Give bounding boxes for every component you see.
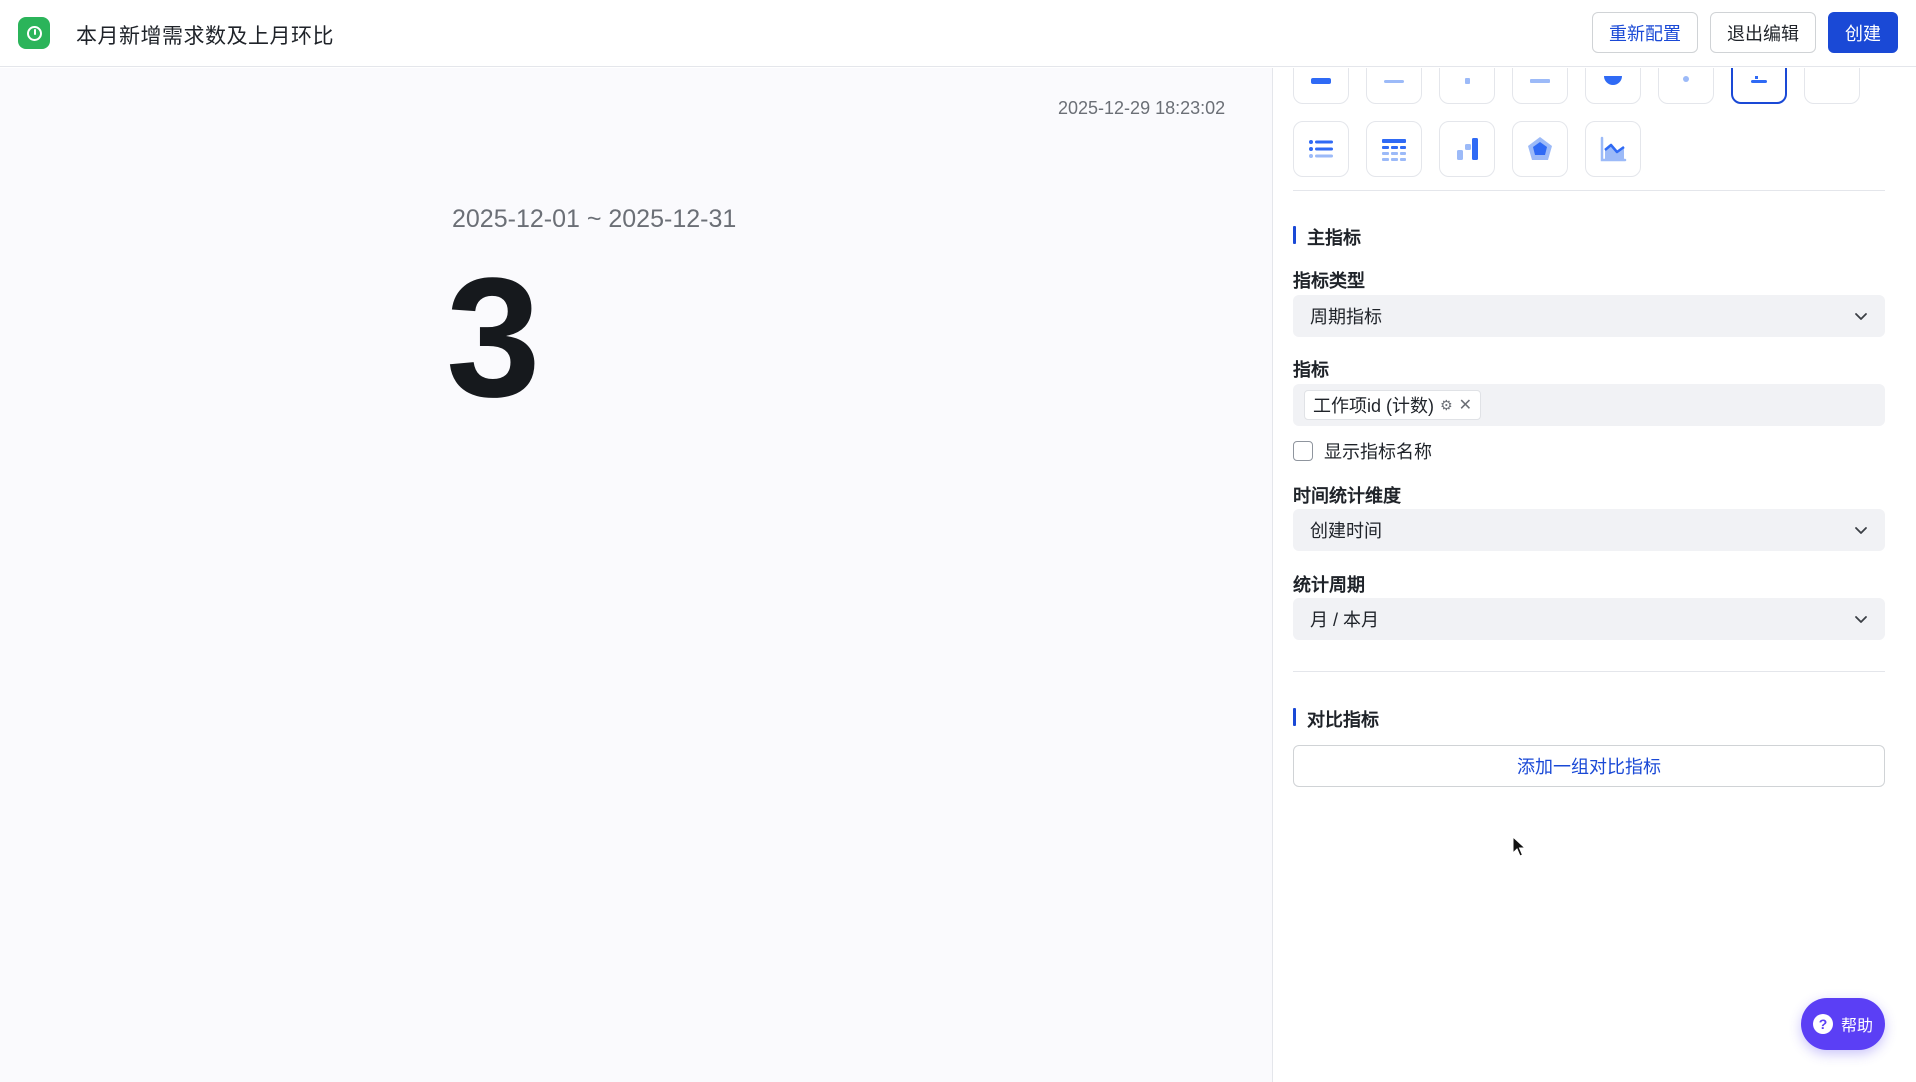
preview-area: 2025-12-29 18:23:02 2025-12-01 ~ 2025-12… [0, 68, 1272, 1082]
metric-card-icon[interactable] [1731, 68, 1787, 104]
add-compare-metric-button[interactable]: 添加一组对比指标 [1293, 745, 1885, 787]
reconfigure-button[interactable]: 重新配置 [1592, 12, 1698, 53]
help-label: 帮助 [1840, 1018, 1873, 1035]
area-chart-icon[interactable] [1585, 121, 1641, 177]
chart-type-icon[interactable] [1804, 68, 1860, 104]
time-dimension-select[interactable]: 创建时间 [1293, 509, 1885, 551]
metric-tag[interactable]: 工作项id (计数) ⚙ ✕ [1304, 390, 1481, 420]
mouse-cursor-icon [1512, 836, 1526, 857]
chart-type-icon[interactable] [1366, 68, 1422, 104]
table-icon[interactable] [1366, 121, 1422, 177]
chart-type-icon[interactable] [1585, 68, 1641, 104]
gear-icon[interactable]: ⚙ [1440, 397, 1453, 414]
metric-type-label: 指标类型 [1293, 271, 1365, 291]
exit-edit-button[interactable]: 退出编辑 [1710, 12, 1816, 53]
close-icon[interactable]: ✕ [1459, 395, 1472, 415]
chevron-down-icon [1855, 313, 1867, 320]
metric-select[interactable]: 工作项id (计数) ⚙ ✕ [1293, 384, 1885, 426]
metric-type-value: 周期指标 [1310, 307, 1382, 327]
timestamp: 2025-12-29 18:23:02 [1058, 98, 1226, 118]
chevron-down-icon [1855, 527, 1867, 534]
time-dimension-label: 时间统计维度 [1293, 486, 1401, 506]
period-value: 月 / 本月 [1310, 610, 1380, 630]
chevron-down-icon [1855, 616, 1867, 623]
create-button[interactable]: 创建 [1828, 12, 1898, 53]
list-icon[interactable] [1293, 121, 1349, 177]
metric-value: 3 [446, 243, 541, 433]
top-bar: 本月新增需求数及上月环比 重新配置 退出编辑 创建 [0, 0, 1916, 67]
help-button[interactable]: ? 帮助 [1801, 998, 1885, 1050]
chart-type-icon[interactable] [1439, 68, 1495, 104]
metric-tag-label: 工作项id (计数) [1313, 396, 1434, 416]
app-logo-icon[interactable] [18, 17, 50, 49]
metric-type-select[interactable]: 周期指标 [1293, 295, 1885, 337]
divider [1293, 671, 1885, 672]
main-metric-title: 主指标 [1293, 224, 1361, 250]
period-label: 统计周期 [1293, 575, 1365, 595]
radar-chart-icon[interactable] [1512, 121, 1568, 177]
divider [1293, 190, 1885, 191]
metric-label: 指标 [1293, 360, 1329, 380]
chart-type-icon[interactable] [1293, 68, 1349, 104]
bar-chart-icon[interactable] [1439, 121, 1495, 177]
chart-type-icon[interactable] [1512, 68, 1568, 104]
show-metric-name-label: 显示指标名称 [1324, 442, 1432, 462]
show-metric-name-row[interactable]: 显示指标名称 [1293, 438, 1432, 464]
period-select[interactable]: 月 / 本月 [1293, 598, 1885, 640]
help-icon: ? [1812, 1014, 1833, 1034]
page-title: 本月新增需求数及上月环比 [76, 25, 334, 48]
compare-metric-title: 对比指标 [1293, 706, 1379, 732]
chart-type-icon[interactable] [1658, 68, 1714, 104]
show-metric-name-checkbox[interactable] [1293, 441, 1313, 461]
date-range: 2025-12-01 ~ 2025-12-31 [452, 205, 737, 233]
time-dimension-value: 创建时间 [1310, 521, 1382, 541]
config-panel: 主指标 指标类型 周期指标 指标 工作项id (计数) ⚙ ✕ 显示指标名称 时… [1273, 68, 1916, 1082]
